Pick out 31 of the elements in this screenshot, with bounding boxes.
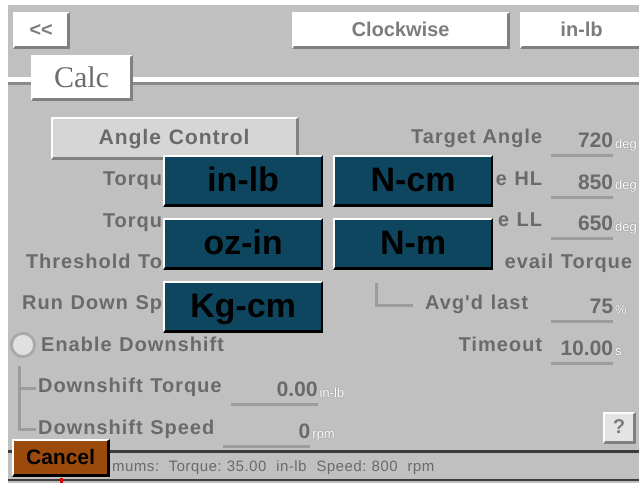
field-label: Torqu [102, 168, 163, 192]
unit-label: deg [615, 136, 638, 150]
tab[interactable]: Calc [31, 55, 133, 101]
unit-option[interactable]: oz-in [163, 218, 323, 270]
field-label: Avg'd last [425, 292, 530, 316]
units-button[interactable]: in-lb [520, 12, 639, 49]
field-label: e LL [498, 209, 543, 232]
field-label: Torqu [102, 210, 163, 233]
radio-label: Enable Downshift [41, 334, 225, 357]
unit-option[interactable]: Kg-cm [163, 281, 323, 333]
field-label: Downshift Torque [38, 375, 222, 398]
unit-label: % [615, 302, 628, 316]
unit-label: deg [615, 218, 638, 234]
field-label: Threshold To [24, 251, 163, 274]
field-label: Target Angle [410, 126, 543, 150]
unit-option[interactable]: N-m [333, 218, 493, 270]
field-label: evail Torque [504, 250, 633, 274]
direction-button[interactable]: Clockwise [292, 12, 510, 49]
cancel-button[interactable]: Cancel [12, 439, 110, 477]
back-button[interactable]: << [13, 12, 70, 49]
unit-label: s [615, 343, 622, 358]
field-label: Downshift Speed [38, 416, 216, 440]
unit-option[interactable]: in-lb [163, 155, 323, 207]
unit-label: in-lb [320, 384, 344, 400]
field-label: e HL [496, 168, 543, 191]
unit-label: deg [615, 177, 638, 192]
unit-option[interactable]: N-cm [333, 155, 493, 207]
field-label: Timeout [458, 334, 543, 357]
unit-label: rpm [312, 426, 336, 441]
field-label: Run Down Sp [21, 292, 163, 316]
connector-line [18, 366, 38, 408]
